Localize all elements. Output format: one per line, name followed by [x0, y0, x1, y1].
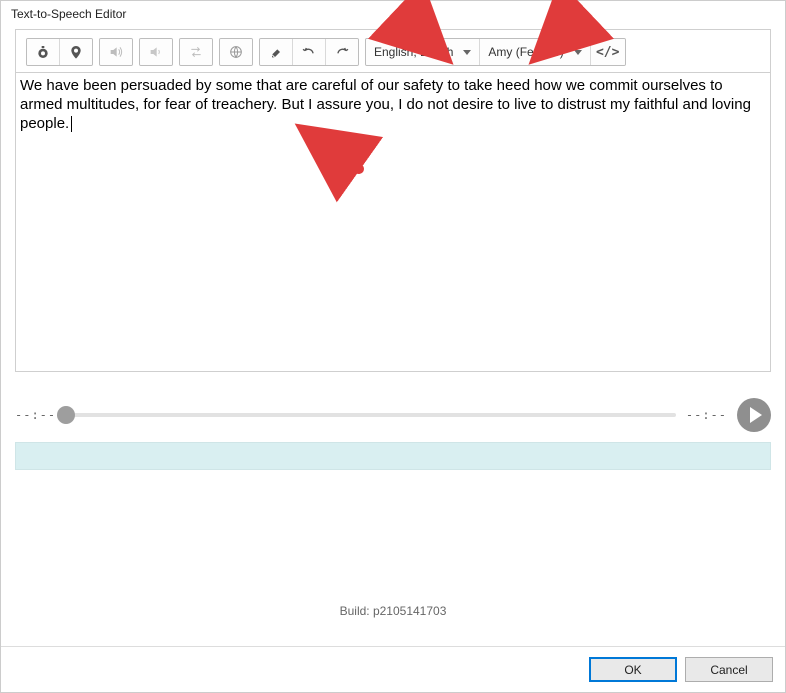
voice-label: Amy (Female) — [488, 45, 563, 59]
ok-label: OK — [624, 663, 641, 677]
pin-icon — [68, 44, 84, 60]
language-dropdown[interactable]: English, British — [366, 39, 479, 65]
language-label: English, British — [374, 45, 453, 59]
cancel-label: Cancel — [710, 663, 747, 677]
waveform-area — [15, 442, 771, 470]
play-icon — [750, 407, 762, 423]
dialog-footer: OK Cancel — [1, 646, 785, 692]
group-language-voice: English, British Amy (Female) </> — [365, 38, 626, 66]
stopwatch-icon — [35, 44, 51, 60]
undo-icon — [301, 44, 317, 60]
window-body: English, British Amy (Female) </> — [1, 29, 785, 646]
source-code-button[interactable]: </> — [590, 39, 625, 65]
volume-button-2[interactable] — [140, 39, 172, 65]
stopwatch-button[interactable] — [27, 39, 59, 65]
undo-button[interactable] — [292, 39, 325, 65]
voice-dropdown[interactable]: Amy (Female) — [479, 39, 589, 65]
swap-button[interactable] — [180, 39, 212, 65]
redo-icon — [334, 44, 350, 60]
cancel-button[interactable]: Cancel — [685, 657, 773, 682]
text-editor[interactable]: We have been persuaded by some that are … — [16, 72, 770, 371]
group-swap — [179, 38, 213, 66]
build-label: Build: p2105141703 — [15, 604, 771, 618]
editor-text: We have been persuaded by some that are … — [20, 77, 751, 132]
eraser-icon — [268, 44, 284, 60]
swap-icon — [188, 44, 204, 60]
chevron-down-icon — [463, 50, 471, 55]
time-remaining: --:-- — [686, 408, 727, 422]
volume-on-button[interactable] — [100, 39, 132, 65]
editor-panel: English, British Amy (Female) </> — [15, 29, 771, 372]
seek-slider[interactable] — [66, 413, 676, 417]
marker-button[interactable] — [59, 39, 92, 65]
text-cursor — [71, 116, 72, 132]
volume-low-icon — [148, 44, 164, 60]
eraser-button[interactable] — [260, 39, 292, 65]
redo-button[interactable] — [325, 39, 358, 65]
globe-button[interactable] — [220, 39, 252, 65]
code-icon: </> — [596, 45, 619, 60]
tts-window: Text-to-Speech Editor — [0, 0, 786, 693]
window-title: Text-to-Speech Editor — [1, 1, 785, 29]
toolbar: English, British Amy (Female) </> — [16, 30, 770, 72]
group-edit — [259, 38, 359, 66]
globe-icon — [228, 44, 244, 60]
player: --:-- --:-- — [15, 398, 771, 432]
group-volume2 — [139, 38, 173, 66]
play-button[interactable] — [737, 398, 771, 432]
seek-thumb[interactable] — [57, 406, 75, 424]
group-timing — [26, 38, 93, 66]
chevron-down-icon — [574, 50, 582, 55]
group-volume — [99, 38, 133, 66]
ok-button[interactable]: OK — [589, 657, 677, 682]
volume-icon — [108, 44, 124, 60]
group-globe — [219, 38, 253, 66]
time-elapsed: --:-- — [15, 408, 56, 422]
